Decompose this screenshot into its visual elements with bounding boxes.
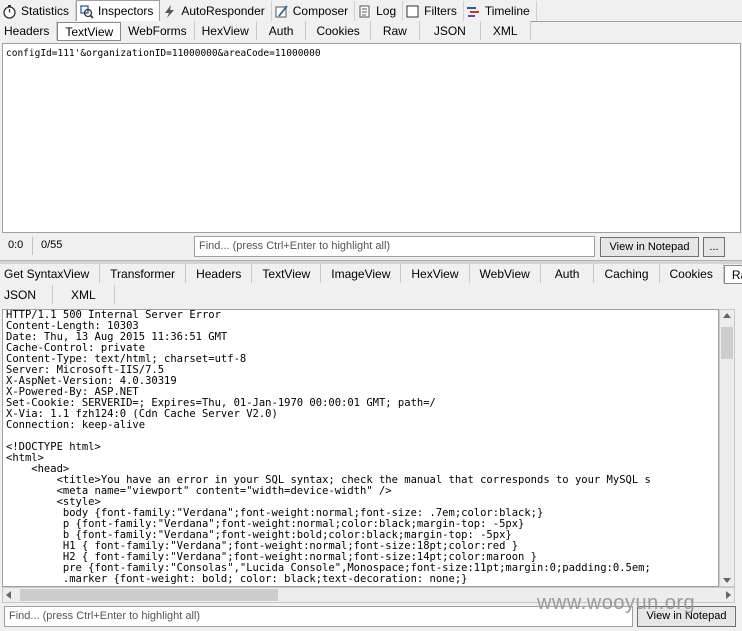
tab-label: Statistics <box>21 4 70 18</box>
scroll-right-icon[interactable] <box>726 591 731 599</box>
stopwatch-icon <box>2 4 17 19</box>
response-line: <meta name="viewport" content="width=dev… <box>6 485 392 497</box>
request-tab-cookies[interactable]: Cookies <box>306 21 371 40</box>
request-tab-xml[interactable]: XML <box>481 21 531 40</box>
response-tab-hexview[interactable]: HexView <box>401 264 470 283</box>
response-tab-strip: Get SyntaxView Transformer Headers TextV… <box>0 264 742 284</box>
tab-statistics[interactable]: Statistics <box>0 1 77 21</box>
request-status-bar: 0:0 0/55 Find... (press Ctrl+Enter to hi… <box>0 234 742 260</box>
request-find-input[interactable]: Find... (press Ctrl+Enter to highlight a… <box>194 236 595 257</box>
log-icon <box>357 4 372 19</box>
response-tab-textview[interactable]: TextView <box>252 264 322 283</box>
request-tab-webforms[interactable]: WebForms <box>121 21 195 40</box>
response-tab-raw[interactable]: Raw <box>723 265 742 284</box>
timeline-icon <box>466 4 481 19</box>
response-tab-auth[interactable]: Auth <box>541 264 595 283</box>
response-line: <html> <box>6 452 44 464</box>
response-line: Connection: keep-alive <box>6 419 146 431</box>
request-tab-textview[interactable]: TextView <box>57 22 122 41</box>
tab-label: Filters <box>424 4 457 18</box>
watermark: www.wooyun.org <box>537 592 696 614</box>
tab-composer[interactable]: Composer <box>272 1 356 21</box>
response-tab-caching[interactable]: Caching <box>594 264 660 283</box>
response-raw-text[interactable]: HTTP/1.1 500 Internal Server Error Conten… <box>2 309 719 587</box>
tab-filters[interactable]: Filters <box>403 1 464 21</box>
response-line: <!DOCTYPE html> <box>6 441 101 453</box>
tab-label: Log <box>376 4 397 18</box>
response-line: .marker {font-weight: bold; color: black… <box>6 573 468 585</box>
scroll-up-icon[interactable] <box>723 313 731 318</box>
request-view-in-notepad-button[interactable]: View in Notepad <box>600 237 699 257</box>
tab-timeline[interactable]: Timeline <box>464 1 537 21</box>
scroll-left-icon[interactable] <box>6 591 11 599</box>
response-tab-headers[interactable]: Headers <box>186 264 253 283</box>
response-raw-content: HTTP/1.1 500 Internal Server Error Conten… <box>3 310 718 585</box>
response-vertical-scrollbar[interactable] <box>719 309 735 587</box>
tab-label: AutoResponder <box>181 4 265 18</box>
tab-label: Composer <box>292 4 349 18</box>
request-body-textarea[interactable]: configId=111'&organizationID=11000000&ar… <box>2 43 741 233</box>
response-tab-strip-row2: JSON XML <box>0 285 115 305</box>
response-tab-cookies[interactable]: Cookies <box>660 264 724 283</box>
horizontal-scroll-thumb[interactable] <box>20 589 278 601</box>
cursor-position: 0:0 <box>8 239 24 251</box>
lightning-icon <box>162 4 177 19</box>
tab-label: Timeline <box>484 4 530 18</box>
request-tab-headers[interactable]: Headers <box>0 21 58 40</box>
tab-inspectors[interactable]: Inspectors <box>76 0 161 22</box>
response-line <box>6 431 715 442</box>
vertical-scroll-thumb[interactable] <box>721 327 733 359</box>
main-tab-strip: Statistics Inspectors AutoResponder Comp… <box>0 0 742 22</box>
composer-icon <box>274 4 289 19</box>
response-tab-syntaxview[interactable]: Get SyntaxView <box>0 264 101 283</box>
scroll-down-icon[interactable] <box>723 578 731 583</box>
inspector-icon <box>79 4 94 19</box>
request-more-button[interactable]: ... <box>703 237 725 257</box>
response-tab-transformer[interactable]: Transformer <box>100 264 187 283</box>
request-tab-json[interactable]: JSON <box>420 21 481 40</box>
checkbox-icon <box>405 4 420 19</box>
tab-label: Inspectors <box>98 4 154 18</box>
response-tab-json[interactable]: JSON <box>0 285 54 304</box>
response-tab-imageview[interactable]: ImageView <box>321 264 402 283</box>
response-tab-webview[interactable]: WebView <box>470 264 541 283</box>
request-tab-auth[interactable]: Auth <box>257 21 307 40</box>
text-length: 0/55 <box>41 239 63 251</box>
tab-log[interactable]: Log <box>355 1 404 21</box>
request-tab-strip: Headers TextView WebForms HexView Auth C… <box>0 21 531 41</box>
request-body-text: configId=111'&organizationID=11000000&ar… <box>6 48 321 59</box>
response-tab-xml[interactable]: XML <box>53 285 115 304</box>
request-tab-raw[interactable]: Raw <box>371 21 420 40</box>
request-tab-hexview[interactable]: HexView <box>195 21 257 40</box>
tab-autoresponder[interactable]: AutoResponder <box>160 1 272 21</box>
